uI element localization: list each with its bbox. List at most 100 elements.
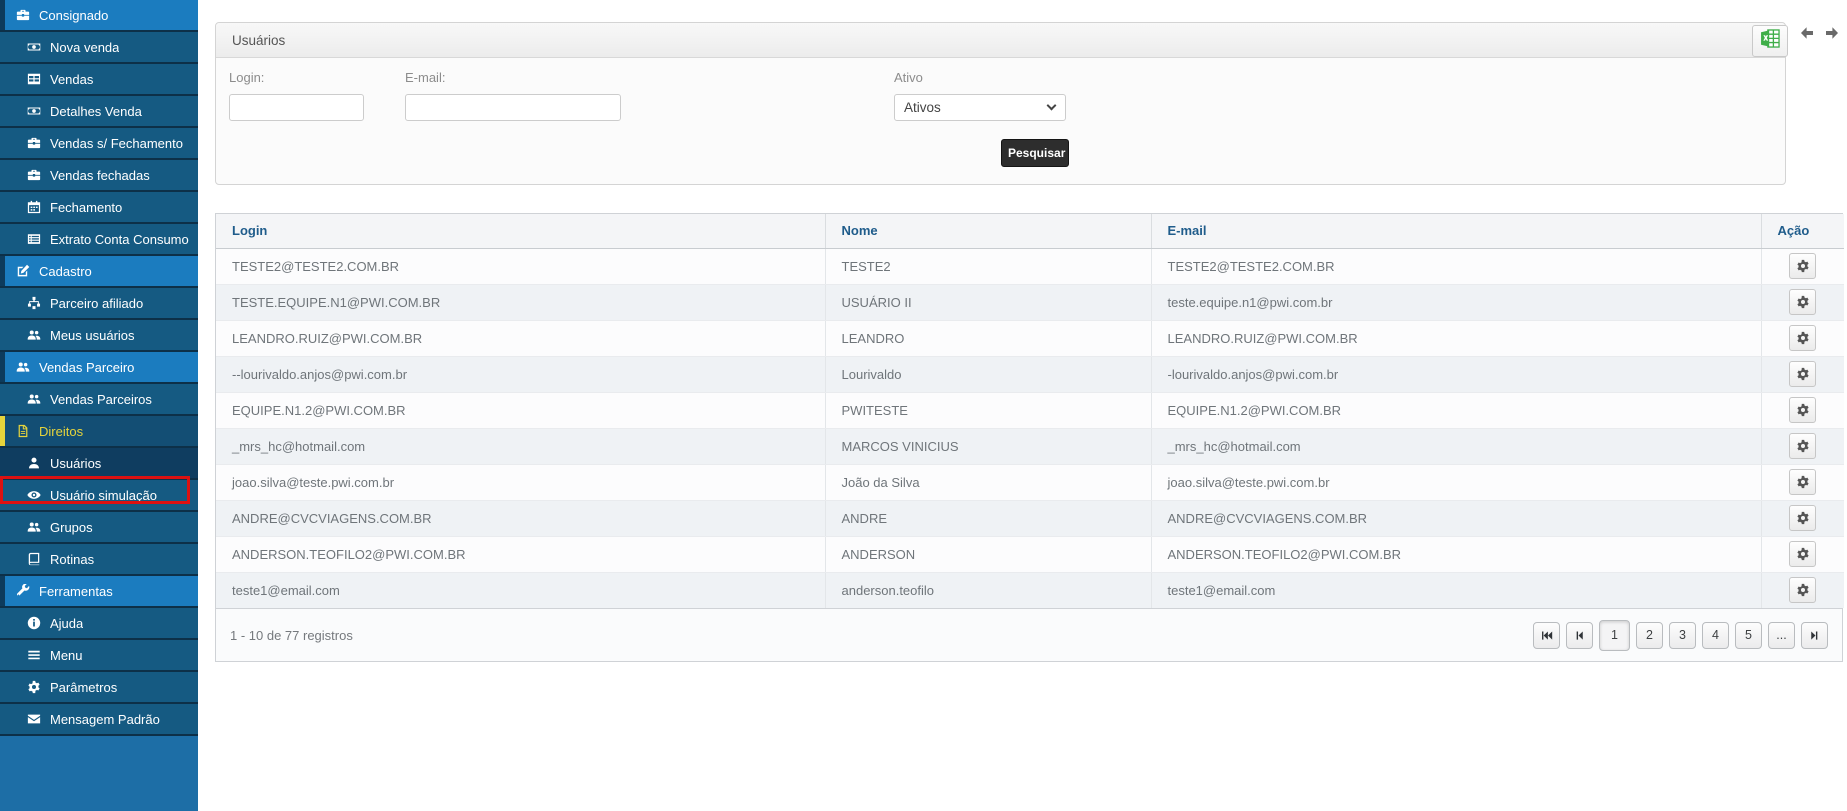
sidebar-item-label: Meus usuários — [50, 328, 135, 343]
login-field-group: Login: — [229, 70, 364, 121]
book-icon — [27, 552, 41, 566]
sidebar-item-vendas[interactable]: Vendas — [0, 64, 198, 96]
sidebar-item-grupos[interactable]: Grupos — [0, 512, 198, 544]
column-header-acao: Ação — [1761, 214, 1844, 248]
edit-icon — [16, 264, 30, 278]
sidebar-item-ajuda[interactable]: Ajuda — [0, 608, 198, 640]
page-button-[interactable]: ... — [1768, 622, 1795, 649]
row-settings-button[interactable] — [1789, 361, 1816, 387]
cell-login: LEANDRO.RUIZ@PWI.COM.BR — [216, 320, 825, 356]
sidebar-item-fechamento[interactable]: Fechamento — [0, 192, 198, 224]
page-button-3[interactable]: 3 — [1669, 622, 1696, 649]
row-settings-button[interactable] — [1789, 325, 1816, 351]
cell-acao — [1761, 248, 1844, 284]
sidebar-item-vendas-parceiro[interactable]: Vendas Parceiro — [0, 352, 198, 384]
records-count: 1 - 10 de 77 registros — [230, 628, 353, 643]
sidebar-item-cadastro[interactable]: Cadastro — [0, 256, 198, 288]
sidebar-menu: ConsignadoNova venda Vendas Detalhes Venda… — [0, 0, 198, 736]
cell-login: --lourivaldo.anjos@pwi.com.br — [216, 356, 825, 392]
cell-nome: João da Silva — [825, 464, 1151, 500]
arrow-left-icon[interactable] — [1799, 25, 1815, 41]
table-row: _mrs_hc@hotmail.comMARCOS VINICIUS_mrs_h… — [216, 428, 1844, 464]
arrow-right-icon[interactable] — [1824, 25, 1840, 41]
panel-header: Usuários — [216, 23, 1785, 58]
row-settings-button[interactable] — [1789, 469, 1816, 495]
sidebar-item-vendas-s-fechamento[interactable]: Vendas s/ Fechamento — [0, 128, 198, 160]
page-button-1[interactable]: 1 — [1599, 620, 1630, 651]
row-settings-button[interactable] — [1789, 505, 1816, 531]
sidebar-item-vendas-parceiros[interactable]: Vendas Parceiros — [0, 384, 198, 416]
pager-last-button[interactable] — [1801, 622, 1828, 649]
column-header-nome[interactable]: Nome — [825, 214, 1151, 248]
cell-acao — [1761, 428, 1844, 464]
sidebar-item-consignado[interactable]: Consignado — [0, 0, 198, 32]
row-settings-button[interactable] — [1789, 541, 1816, 567]
row-settings-button[interactable] — [1789, 253, 1816, 279]
row-settings-button[interactable] — [1789, 289, 1816, 315]
page-button-2[interactable]: 2 — [1636, 622, 1663, 649]
sidebar-item-label: Vendas — [50, 72, 93, 87]
users-icon — [27, 392, 41, 406]
row-settings-button[interactable] — [1789, 397, 1816, 423]
sidebar-item-parceiro-afiliado[interactable]: Parceiro afiliado — [0, 288, 198, 320]
page-button-4[interactable]: 4 — [1702, 622, 1729, 649]
sidebar-item-usuarios[interactable]: Usuários — [0, 448, 198, 480]
page-button-5[interactable]: 5 — [1735, 622, 1762, 649]
briefcase-icon — [27, 136, 41, 150]
email-input[interactable] — [405, 94, 621, 121]
sidebar-item-mensagem-padrao[interactable]: Mensagem Padrão — [0, 704, 198, 736]
cell-acao — [1761, 284, 1844, 320]
column-header-login[interactable]: Login — [216, 214, 825, 248]
sidebar-item-label: Rotinas — [50, 552, 94, 567]
cell-email: EQUIPE.N1.2@PWI.COM.BR — [1151, 392, 1761, 428]
table-row: ANDRE@CVCVIAGENS.COM.BRANDREANDRE@CVCVIA… — [216, 500, 1844, 536]
ativo-select[interactable]: Ativos — [894, 94, 1066, 121]
sidebar-item-menu[interactable]: Menu — [0, 640, 198, 672]
users-table: Login Nome E-mail Ação TESTE2@TESTE2.COM… — [215, 213, 1843, 662]
sidebar-item-parametros[interactable]: Parâmetros — [0, 672, 198, 704]
table-row: LEANDRO.RUIZ@PWI.COM.BRLEANDROLEANDRO.RU… — [216, 320, 1844, 356]
row-settings-button[interactable] — [1789, 433, 1816, 459]
sidebar-item-label: Vendas Parceiros — [50, 392, 152, 407]
sidebar-item-meus-usuarios[interactable]: Meus usuários — [0, 320, 198, 352]
pager-prev-button[interactable] — [1566, 622, 1593, 649]
table-icon — [27, 72, 41, 86]
sidebar-item-extrato-conta-consumo[interactable]: Extrato Conta Consumo — [0, 224, 198, 256]
sidebar-item-label: Fechamento — [50, 200, 122, 215]
sidebar-item-ferramentas[interactable]: Ferramentas — [0, 576, 198, 608]
column-header-email[interactable]: E-mail — [1151, 214, 1761, 248]
sidebar-item-rotinas[interactable]: Rotinas — [0, 544, 198, 576]
sidebar: ConsignadoNova venda Vendas Detalhes Venda… — [0, 0, 198, 811]
sidebar-item-nova-venda[interactable]: Nova venda — [0, 32, 198, 64]
cell-nome: MARCOS VINICIUS — [825, 428, 1151, 464]
money-icon — [27, 40, 41, 54]
login-input[interactable] — [229, 94, 364, 121]
search-button[interactable]: Pesquisar — [1001, 139, 1069, 167]
email-label: E-mail: — [405, 70, 621, 85]
list-icon — [27, 232, 41, 246]
calendar-icon — [27, 200, 41, 214]
excel-export-button[interactable] — [1752, 25, 1788, 57]
row-settings-button[interactable] — [1789, 577, 1816, 603]
sidebar-item-vendas-fechadas[interactable]: Vendas fechadas — [0, 160, 198, 192]
cell-nome: Lourivaldo — [825, 356, 1151, 392]
cell-nome: USUÁRIO II — [825, 284, 1151, 320]
cell-login: TESTE2@TESTE2.COM.BR — [216, 248, 825, 284]
cell-nome: ANDRE — [825, 500, 1151, 536]
email-field-group: E-mail: — [405, 70, 621, 121]
table-row: ANDERSON.TEOFILO2@PWI.COM.BRANDERSONANDE… — [216, 536, 1844, 572]
sidebar-item-direitos[interactable]: Direitos — [0, 416, 198, 448]
sidebar-item-label: Usuário simulação — [50, 488, 157, 503]
users-icon — [16, 360, 30, 374]
cell-email: joao.silva@teste.pwi.com.br — [1151, 464, 1761, 500]
sidebar-item-usuario-simulacao[interactable]: Usuário simulação — [0, 480, 198, 512]
pagination: 12345... — [1533, 620, 1828, 651]
user-icon — [27, 456, 41, 470]
sidebar-item-label: Direitos — [39, 424, 83, 439]
pager-first-button[interactable] — [1533, 622, 1560, 649]
sidebar-item-label: Vendas s/ Fechamento — [50, 136, 183, 151]
eye-icon — [27, 488, 41, 502]
sidebar-item-detalhes-venda[interactable]: Detalhes Venda — [0, 96, 198, 128]
table-row: TESTE.EQUIPE.N1@PWI.COM.BRUSUÁRIO IItest… — [216, 284, 1844, 320]
cell-nome: LEANDRO — [825, 320, 1151, 356]
